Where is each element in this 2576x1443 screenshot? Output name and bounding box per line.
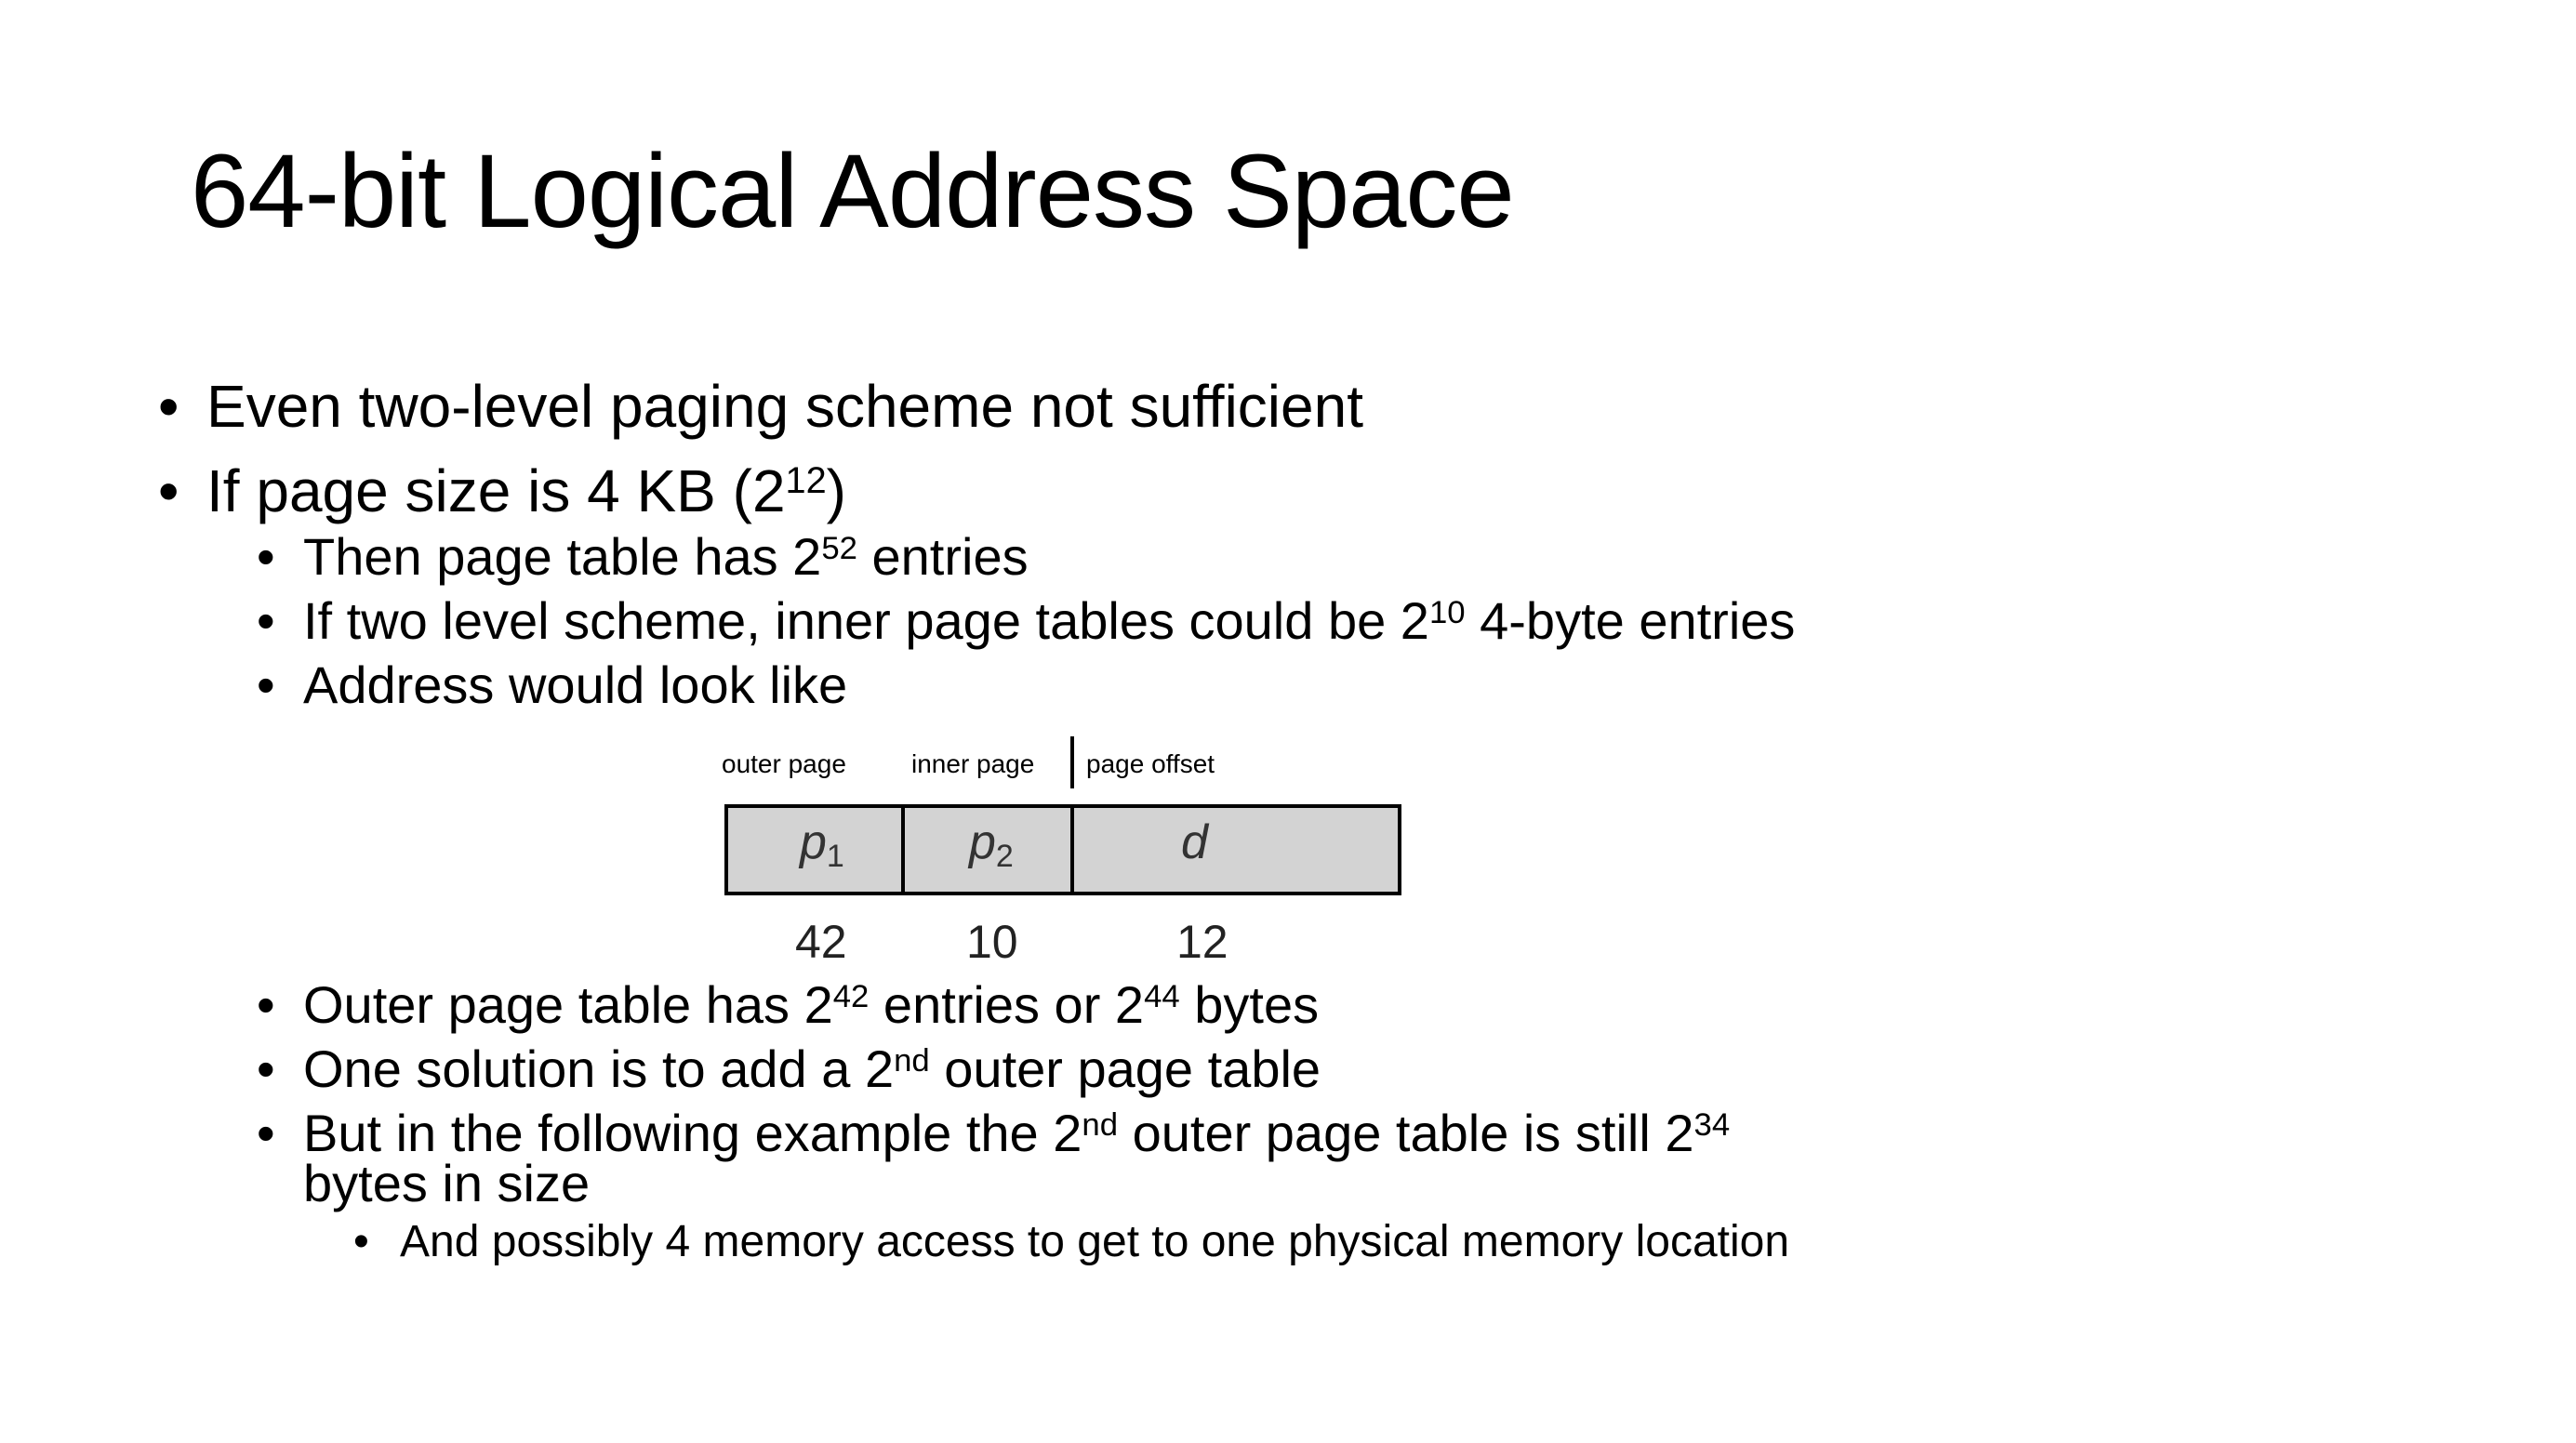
address-format-figure: outer page inner page page offset p1 p2 … — [707, 725, 1414, 967]
offset-divider-line — [1070, 736, 1074, 788]
bullet-text: If two level scheme, inner page tables c… — [303, 591, 1429, 650]
header-inner-page: inner page — [911, 749, 1035, 778]
exponent: 10 — [1428, 594, 1466, 630]
bullet-dot: • — [257, 655, 275, 714]
bullet-text-tail: bytes — [1179, 975, 1320, 1034]
bullet-dot: • — [257, 527, 275, 586]
bullet-text: Address would look like — [303, 655, 848, 714]
field-divider — [1070, 804, 1074, 895]
field-p2: p2 — [969, 815, 1014, 874]
exponent: 44 — [1144, 978, 1180, 1014]
bullet-dot: • — [158, 457, 179, 524]
bullet-dot: • — [257, 1039, 275, 1098]
bullet-text-tail: 4-byte entries — [1465, 591, 1796, 650]
slide: 64-bit Logical Address Space • Even two-l… — [0, 0, 2576, 1443]
bullet-page-table-entries: • Then page table has 252 entries — [257, 530, 1029, 583]
bullet-two-level-insufficient: • Even two-level paging scheme not suffic… — [158, 377, 1363, 436]
slide-title: 64-bit Logical Address Space — [191, 133, 1515, 249]
exponent: 52 — [821, 530, 857, 566]
bullet-dot: • — [158, 373, 179, 440]
bullet-continuation: bytes in size — [303, 1154, 591, 1212]
bullet-dot: • — [257, 975, 275, 1034]
header-outer-page: outer page — [722, 749, 846, 778]
bullet-second-outer-table: • One solution is to add a 2nd outer page… — [257, 1042, 1321, 1095]
bullet-text-tail: outer page table — [929, 1039, 1321, 1098]
header-page-offset: page offset — [1086, 749, 1215, 778]
bullet-text: Even two-level paging scheme not suffici… — [206, 373, 1363, 440]
bits-inner: 10 — [966, 916, 1018, 968]
field-d: d — [1181, 815, 1208, 869]
bullet-text-tail: entries — [856, 527, 1029, 586]
bullet-memory-access: • And possibly 4 memory access to get to … — [353, 1217, 1790, 1266]
field-p1: p1 — [800, 815, 844, 874]
bullet-text: If page size is 4 KB (2 — [206, 457, 786, 524]
bullet-inner-page-tables: • If two level scheme, inner page tables … — [257, 594, 1795, 647]
bullet-outer-page-table: • Outer page table has 242 entries or 244… — [257, 978, 1319, 1031]
bullet-text: One solution is to add a 2 — [303, 1039, 895, 1098]
bullet-text: And possibly 4 memory access to get to o… — [400, 1217, 1790, 1266]
exponent: 42 — [832, 978, 870, 1014]
bullet-example-still-large: • But in the following example the 2nd ou… — [257, 1104, 1731, 1162]
exponent: 12 — [785, 460, 827, 502]
exponent: 34 — [1693, 1106, 1731, 1143]
bullet-text: Then page table has 2 — [303, 527, 822, 586]
bullet-dot: • — [257, 1104, 275, 1162]
bullet-page-size: • If page size is 4 KB (212) — [158, 460, 846, 521]
bullet-text: Outer page table has 2 — [303, 975, 833, 1034]
bullet-text-tail: ) — [826, 457, 846, 524]
bits-outer: 42 — [795, 916, 847, 968]
bullet-text-mid: outer page table is still 2 — [1118, 1104, 1694, 1162]
bits-offset: 12 — [1176, 916, 1228, 968]
bullet-text-mid: entries or 2 — [869, 975, 1145, 1034]
field-divider — [901, 804, 905, 895]
ordinal-suffix: nd — [1082, 1106, 1119, 1143]
ordinal-suffix: nd — [894, 1042, 930, 1079]
bullet-address-look: • Address would look like — [257, 659, 847, 711]
bullet-dot: • — [353, 1217, 369, 1266]
bullet-dot: • — [257, 591, 275, 650]
